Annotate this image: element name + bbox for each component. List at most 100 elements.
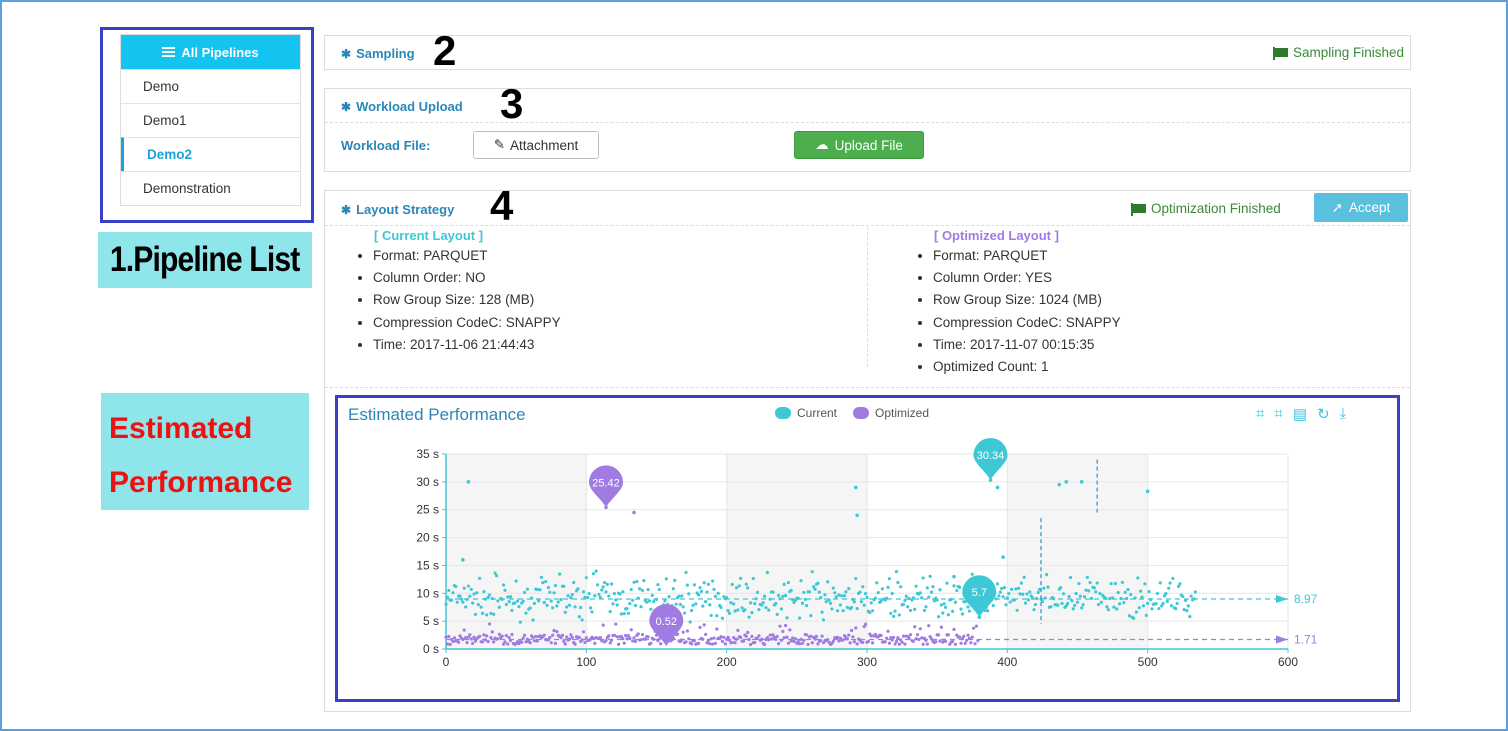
sidebar-item-demonstration[interactable]: Demonstration [121,171,300,205]
data-point-current [732,602,736,606]
data-point-current [1154,602,1158,606]
data-point-current [946,613,950,617]
optimized-layout-list: Format: PARQUET Column Order: YES Row Gr… [903,245,1383,378]
list-item: Time: 2017-11-07 00:15:35 [933,334,1383,356]
accept-button[interactable]: ➚ Accept [1314,193,1408,222]
data-point-current [727,611,732,615]
sampling-title[interactable]: ✱ Sampling [341,46,415,61]
data-point-current [779,607,783,611]
legend-optimized-marker[interactable] [853,407,870,419]
data-point-current [807,590,812,594]
data-point-current [476,602,480,607]
data-point-optimized [927,624,931,628]
data-point-current [922,608,927,613]
data-point-current [469,587,473,591]
data-point-current [678,602,682,607]
sidebar-item-demo[interactable]: Demo [121,69,300,103]
data-point-current [859,600,863,604]
legend-current-label[interactable]: Current [797,406,837,420]
data-point-current [1001,595,1005,599]
data-point-current [573,605,577,609]
data-point-optimized [974,624,979,628]
callout-line-1: Estimated [109,412,253,445]
data-point-optimized [551,633,555,637]
data-point-current [840,594,844,598]
data-point-current [537,599,541,603]
data-point-current [921,576,925,580]
data-point-optimized [852,640,856,644]
data-point-current [647,599,652,603]
data-point-current [1139,589,1143,593]
data-point-current [730,582,734,587]
data-point-optimized [497,632,501,636]
data-point-optimized [805,633,809,637]
upload-file-button[interactable]: ☁ Upload File [794,131,924,159]
data-point-current [594,569,598,573]
all-pipelines-header[interactable]: All Pipelines [121,35,300,69]
data-point-optimized [504,633,508,638]
data-point-current [601,585,605,589]
data-point-current [941,611,945,615]
data-point-current [489,611,493,615]
data-view-icon[interactable]: ▤ [1293,405,1307,423]
data-point-optimized [563,642,567,646]
attachment-button[interactable]: ✎ Attachment [473,131,599,159]
data-point-current [1066,601,1070,606]
data-point-current [1018,592,1022,596]
data-point-current [1123,590,1127,595]
data-point-optimized [624,633,628,638]
callout-number-4: 4 [490,182,514,229]
download-icon[interactable]: ⤓ [1340,405,1347,423]
data-point-current [1118,602,1122,606]
data-point-optimized [810,641,814,645]
data-point-current [1084,588,1088,592]
data-point-current [751,576,755,581]
data-point-current [1015,608,1019,612]
data-point-current [939,603,943,607]
data-point-optimized [892,635,896,640]
sampling-status: Sampling Finished [1272,45,1404,60]
data-point-current [841,609,845,613]
zoom-reset-icon[interactable]: ⌗ [1274,405,1282,423]
data-point-current [774,601,778,606]
data-point-current [1168,581,1172,585]
gear-icon: ✱ [341,202,352,217]
data-point-optimized [793,637,798,641]
workload-upload-title[interactable]: ✱ Workload Upload [341,99,463,114]
data-point-current [514,579,518,583]
chart-title: Estimated Performance [348,405,526,424]
zoom-icon[interactable]: ⌗ [1256,405,1264,423]
data-point-current [913,607,917,611]
data-point-current [945,581,949,585]
data-point-optimized [730,640,734,645]
layout-strategy-title[interactable]: ✱ Layout Strategy [341,202,454,217]
data-point-optimized [629,628,633,632]
data-point-current [1098,591,1102,596]
restore-icon[interactable]: ↻ [1317,405,1330,423]
workload-upload-title-text: Workload Upload [356,99,463,114]
data-point-optimized [489,635,493,640]
data-point-current [837,593,841,597]
data-point-current [588,606,593,610]
x-tick-label: 0 [443,655,450,669]
data-point-current [1089,596,1094,600]
legend-current-marker[interactable] [775,407,791,419]
data-point-current [611,602,615,606]
sidebar-item-demo2[interactable]: Demo2 [121,137,300,171]
data-point-current [590,610,594,614]
workload-upload-panel: ✱ Workload Upload Workload File: ✎ Attac… [324,88,1411,172]
data-point-optimized [762,642,767,647]
data-point-current [1025,592,1029,596]
sidebar-item-demo1[interactable]: Demo1 [121,103,300,137]
data-point-current [1001,555,1005,559]
data-point-optimized [448,642,452,647]
data-point-current [1021,592,1025,596]
all-pipelines-label: All Pipelines [181,44,259,60]
pipeline-list-callout: 1.Pipeline List [109,240,300,279]
data-point-current [545,603,549,608]
optimized-layout-heading: [ Optimized Layout ] [934,228,1059,243]
legend-optimized-label[interactable]: Optimized [875,406,929,420]
data-point-current [712,587,716,592]
data-point-current [1088,581,1092,585]
data-point-optimized [482,633,486,637]
